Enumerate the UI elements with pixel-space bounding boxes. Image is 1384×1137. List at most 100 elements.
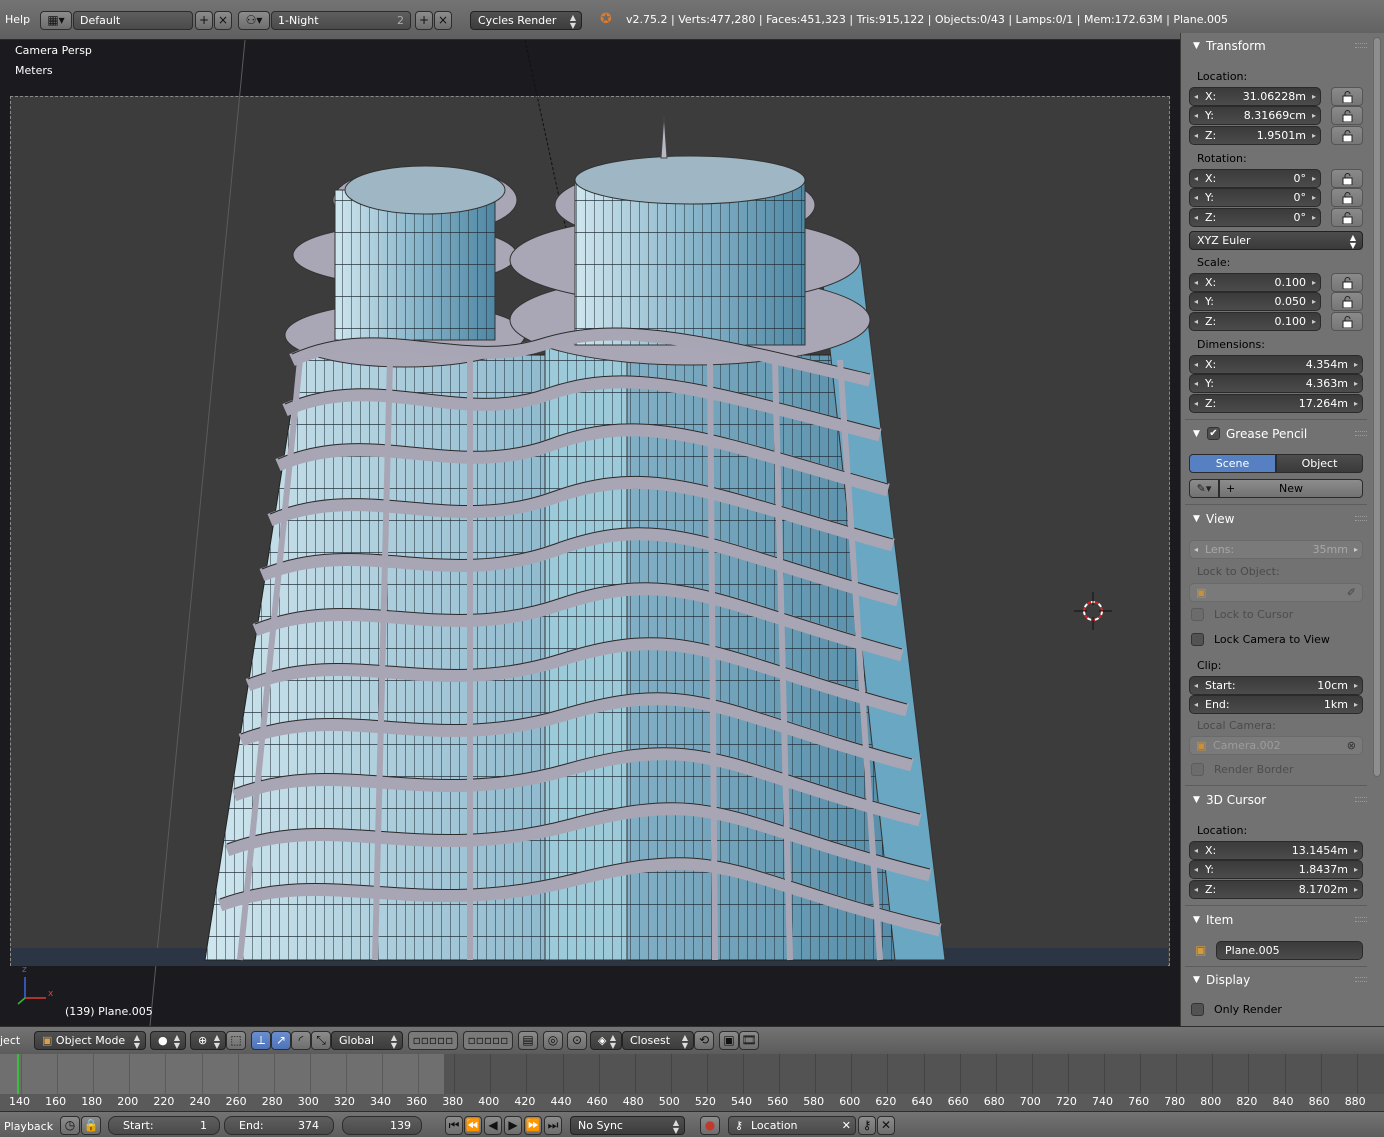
dimensions-x-field[interactable]: ◂ X: 4.354m ▸ — [1189, 355, 1363, 374]
jump-start-icon[interactable]: ⏮ — [445, 1116, 463, 1135]
drag-grip-icon[interactable] — [1355, 431, 1367, 436]
mode-dropdown[interactable]: ▣ Object Mode ▲ ▼ — [34, 1031, 146, 1050]
dimensions-z-field[interactable]: ◂ Z: 17.264m ▸ — [1189, 394, 1363, 413]
lens-field[interactable]: ◂ Lens: 35mm ▸ — [1189, 540, 1363, 559]
transform-panel-header[interactable]: ▼ Transform — [1181, 34, 1371, 58]
viewport-shading-dropdown[interactable]: ● ▲ ▼ — [150, 1031, 186, 1050]
lock-scale-y-button[interactable] — [1331, 292, 1363, 311]
pivot-point-dropdown[interactable]: ⊕ ▲ ▼ — [190, 1031, 226, 1050]
snap-toggle-icon[interactable]: ⊙ — [567, 1031, 587, 1050]
sync-mode-dropdown[interactable]: No Sync ▲ ▼ — [570, 1116, 685, 1135]
lock-rotation-y-button[interactable] — [1331, 188, 1363, 207]
layer-lock-icon[interactable]: ▤ — [518, 1031, 538, 1050]
lock-scale-z-button[interactable] — [1331, 312, 1363, 331]
scene-icon[interactable]: ⚇▾ — [238, 11, 270, 30]
transform-manipulator-icon[interactable]: ⟂ — [251, 1031, 271, 1050]
play-icon[interactable]: ▶ — [504, 1116, 522, 1135]
current-frame-field[interactable]: 139 — [342, 1116, 422, 1135]
display-panel-header[interactable]: ▼ Display — [1181, 968, 1371, 992]
end-frame-field[interactable]: End: 374 — [224, 1116, 334, 1135]
lock-rotation-x-button[interactable] — [1331, 169, 1363, 188]
lock-location-y-button[interactable] — [1331, 106, 1363, 125]
snap-target-dropdown[interactable]: Closest ▲ ▼ — [622, 1031, 694, 1050]
auto-keying-record-icon[interactable]: ● — [700, 1116, 720, 1135]
remove-layout-icon[interactable]: × — [214, 11, 232, 30]
local-camera-field[interactable]: ▣ Camera.002 ⊗ — [1189, 736, 1363, 755]
cursor-x-field[interactable]: ◂ X: 13.1454m ▸ — [1189, 841, 1363, 860]
view-panel-header[interactable]: ▼ View — [1181, 507, 1371, 531]
layers-grid-right[interactable]: ▫▫▫▫▫ — [463, 1031, 513, 1050]
rotation-mode-dropdown[interactable]: XYZ Euler ▲ ▼ — [1189, 231, 1363, 250]
drag-grip-icon[interactable] — [1355, 516, 1367, 521]
add-scene-icon[interactable]: + — [415, 11, 433, 30]
start-frame-field[interactable]: Start: 1 — [108, 1116, 220, 1135]
lock-location-z-button[interactable] — [1331, 126, 1363, 145]
jump-prev-keyframe-icon[interactable]: ⏪ — [464, 1116, 482, 1135]
grease-pencil-object-tab[interactable]: Object — [1276, 454, 1363, 473]
preview-range-icon[interactable]: ◷ — [60, 1116, 80, 1135]
render-image-icon[interactable]: ▣ — [719, 1031, 739, 1050]
remove-scene-icon[interactable]: × — [434, 11, 452, 30]
lock-location-x-button[interactable] — [1331, 87, 1363, 106]
rotation-z-field[interactable]: ◂ Z: 0° ▸ — [1189, 208, 1321, 227]
clip-end-field[interactable]: ◂ End: 1km ▸ — [1189, 695, 1363, 714]
clip-start-field[interactable]: ◂ Start: 10cm ▸ — [1189, 676, 1363, 695]
manipulator-toggle-icon[interactable]: ⬚ — [226, 1031, 246, 1050]
drag-grip-icon[interactable] — [1355, 797, 1367, 802]
render-animation-icon[interactable]: 🎞 — [739, 1031, 759, 1050]
proportional-edit-icon[interactable]: ◎ — [543, 1031, 563, 1050]
jump-end-icon[interactable]: ⏭ — [544, 1116, 562, 1135]
screen-layout-icon[interactable]: ▦▾ — [40, 11, 72, 30]
location-y-field[interactable]: ◂ Y: 8.31669cm ▸ — [1189, 106, 1321, 125]
location-z-field[interactable]: ◂ Z: 1.9501m ▸ — [1189, 126, 1321, 145]
current-frame-indicator[interactable] — [17, 1054, 19, 1094]
rotation-x-field[interactable]: ◂ X: 0° ▸ — [1189, 169, 1321, 188]
playback-menu[interactable]: Playback — [4, 1120, 53, 1133]
add-layout-icon[interactable]: + — [195, 11, 213, 30]
play-reverse-icon[interactable]: ◀ — [484, 1116, 502, 1135]
panel-scrollbar[interactable] — [1373, 37, 1381, 777]
scene-name-field[interactable]: 1-Night 2 — [271, 11, 411, 30]
drag-grip-icon[interactable] — [1355, 977, 1367, 982]
object-name-field[interactable]: Plane.005 — [1216, 941, 1363, 960]
pencil-icon[interactable]: ✎▾ — [1189, 479, 1219, 498]
scale-z-field[interactable]: ◂ Z: 0.100 ▸ — [1189, 312, 1321, 331]
rotate-manipulator-icon[interactable]: ◜ — [291, 1031, 311, 1050]
screen-layout-field[interactable]: Default — [73, 11, 193, 30]
3d-viewport[interactable]: Camera Persp Meters x z (139) Plane.005 — [0, 40, 1180, 1026]
lock-time-cursor-icon[interactable]: 🔒 — [81, 1116, 101, 1135]
drag-grip-icon[interactable] — [1355, 917, 1367, 922]
cursor-y-field[interactable]: ◂ Y: 1.8437m ▸ — [1189, 860, 1363, 879]
translate-manipulator-icon[interactable]: ↗ — [271, 1031, 291, 1050]
new-grease-pencil-button[interactable]: + New — [1219, 479, 1363, 498]
grease-pencil-panel-header[interactable]: ▼ ✔ Grease Pencil — [1181, 422, 1371, 446]
dimensions-y-field[interactable]: ◂ Y: 4.363m ▸ — [1189, 374, 1363, 393]
3d-cursor-panel-header[interactable]: ▼ 3D Cursor — [1181, 788, 1371, 812]
snap-element-dropdown[interactable]: ◈ ▲ ▼ — [590, 1031, 622, 1050]
delete-keyframe-icon[interactable]: ✕ — [877, 1116, 895, 1135]
location-x-field[interactable]: ◂ X: 31.06228m ▸ — [1189, 87, 1321, 106]
timeline-editor[interactable]: 140 160 180 200 220 240 260 280 300 320 340 360 380 4… — [0, 1054, 1384, 1111]
lock-object-field[interactable]: ▣ ✐ — [1189, 583, 1363, 602]
object-menu[interactable]: ject — [0, 1034, 20, 1047]
insert-keyframe-icon[interactable]: ⚷ — [858, 1116, 876, 1135]
scale-y-field[interactable]: ◂ Y: 0.050 ▸ — [1189, 292, 1321, 311]
lock-rotation-z-button[interactable] — [1331, 208, 1363, 227]
item-panel-header[interactable]: ▼ Item — [1181, 908, 1371, 932]
layers-grid-left[interactable]: ▫▫▫▫▫ — [408, 1031, 458, 1050]
snap-align-icon[interactable]: ⟲ — [694, 1031, 714, 1050]
panel-separator — [1185, 785, 1367, 786]
scale-manipulator-icon[interactable]: ⤡ — [311, 1031, 331, 1050]
keying-set-field[interactable]: ⚷ Location ✕ — [728, 1116, 856, 1135]
cursor-z-field[interactable]: ◂ Z: 8.1702m ▸ — [1189, 880, 1363, 899]
lock-scale-x-button[interactable] — [1331, 273, 1363, 292]
grease-pencil-checkbox[interactable]: ✔ — [1207, 427, 1220, 440]
grease-pencil-scene-tab[interactable]: Scene — [1189, 454, 1276, 473]
scale-x-field[interactable]: ◂ X: 0.100 ▸ — [1189, 273, 1321, 292]
transform-orientation-dropdown[interactable]: Global ▲ ▼ — [331, 1031, 403, 1050]
drag-grip-icon[interactable] — [1355, 43, 1367, 48]
rotation-y-field[interactable]: ◂ Y: 0° ▸ — [1189, 188, 1321, 207]
render-engine-dropdown[interactable]: Cycles Render ▲ ▼ — [470, 11, 582, 30]
jump-next-keyframe-icon[interactable]: ⏩ — [524, 1116, 542, 1135]
help-menu[interactable]: Help — [5, 13, 30, 26]
